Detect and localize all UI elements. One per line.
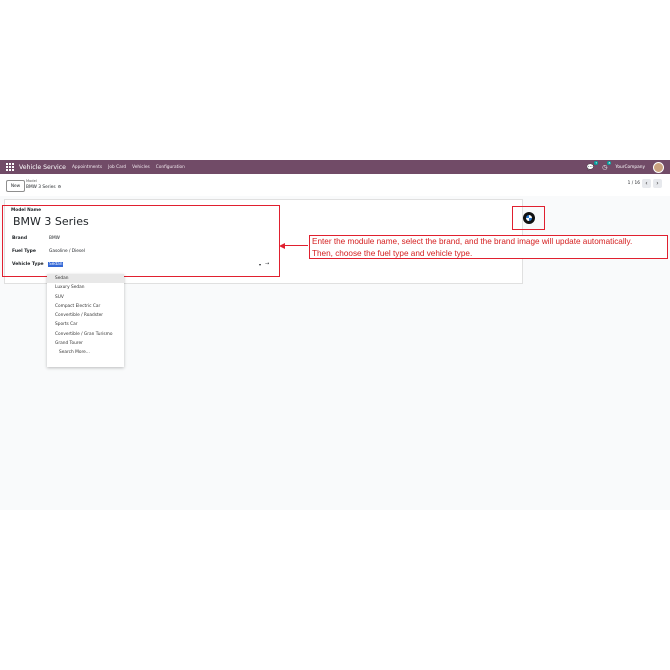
menu-appointments[interactable]: Appointments — [72, 165, 102, 170]
menu-job-card[interactable]: Job Card — [108, 165, 126, 170]
dropdown-option-luxury-sedan[interactable]: Luxury Sedan — [47, 283, 124, 292]
model-name-label: Model Name — [11, 208, 42, 213]
clock-icon[interactable]: ◷ 8 — [602, 160, 612, 171]
company-switcher[interactable]: YourCompany — [615, 165, 645, 170]
annotation-line-1: Enter the module name, select the brand,… — [312, 237, 633, 246]
previous-button[interactable]: ‹ — [642, 179, 651, 188]
dropdown-option-convertible-gran-turismo[interactable]: Convertible / Gran Turismo — [47, 330, 124, 339]
caret-down-icon[interactable]: ▾ — [259, 262, 261, 267]
chat-badge: 7 — [594, 160, 599, 165]
dropdown-option-sedan[interactable]: Sedan — [47, 274, 124, 284]
pager: 1 / 16 ‹ › — [628, 179, 662, 188]
top-navbar: Vehicle Service Appointments Job Card Ve… — [0, 160, 670, 174]
menu-vehicles[interactable]: Vehicles — [132, 165, 150, 170]
brand-field[interactable]: BMW — [49, 236, 60, 241]
vehicle-type-label: Vehicle Type — [12, 262, 44, 267]
annotation-arrow-line — [284, 245, 308, 247]
navbar-right: 💬 7 ◷ 8 YourCompany — [587, 160, 664, 174]
pager-value[interactable]: 1 / 16 — [628, 181, 640, 186]
gear-icon[interactable]: ⚙ — [58, 184, 62, 189]
bmw-logo-icon — [523, 212, 535, 224]
model-name-field[interactable]: BMW 3 Series — [13, 215, 89, 228]
annotation-line-2: Then, choose the fuel type and vehicle t… — [312, 249, 473, 258]
breadcrumb-parent[interactable]: Model — [26, 179, 37, 183]
external-link-arrow-icon[interactable]: → — [265, 261, 269, 267]
brand-image-highlight — [512, 206, 545, 230]
avatar[interactable] — [653, 161, 664, 173]
annotation-arrow-head-icon — [279, 242, 285, 249]
vehicle-type-dropdown: Sedan Luxury Sedan SUV Compact Electric … — [47, 274, 124, 367]
next-button[interactable]: › — [653, 179, 662, 188]
dropdown-option-compact-electric-car[interactable]: Compact Electric Car — [47, 302, 124, 311]
dropdown-option-sports-car[interactable]: Sports Car — [47, 320, 124, 329]
apps-grid-icon[interactable] — [6, 163, 14, 171]
activity-badge: 8 — [607, 160, 612, 165]
chat-icon[interactable]: 💬 7 — [587, 160, 599, 171]
dropdown-search-more[interactable]: Search More... — [47, 348, 124, 357]
dropdown-option-convertible-roadster[interactable]: Convertible / Roadster — [47, 311, 124, 320]
annotation-callout: Enter the module name, select the brand,… — [309, 235, 668, 259]
menu-configuration[interactable]: Configuration — [156, 165, 185, 170]
breadcrumb-current: BMW 3 Series ⚙ — [26, 184, 61, 190]
app-title[interactable]: Vehicle Service — [19, 164, 66, 171]
app-container: Vehicle Service Appointments Job Card Ve… — [0, 160, 670, 510]
control-panel: New Model BMW 3 Series ⚙ 1 / 16 ‹ › — [0, 174, 670, 196]
breadcrumb-current-label: BMW 3 Series — [26, 185, 56, 190]
fuel-type-label: Fuel Type — [12, 249, 36, 254]
new-button[interactable]: New — [6, 180, 25, 192]
fuel-type-field[interactable]: Gasoline / Diesel — [49, 249, 85, 254]
brand-label: Brand — [12, 236, 28, 241]
vehicle-type-input[interactable]: Sedan — [48, 262, 64, 267]
dropdown-option-grand-tourer[interactable]: Grand Tourer — [47, 339, 124, 348]
dropdown-option-suv[interactable]: SUV — [47, 293, 124, 302]
